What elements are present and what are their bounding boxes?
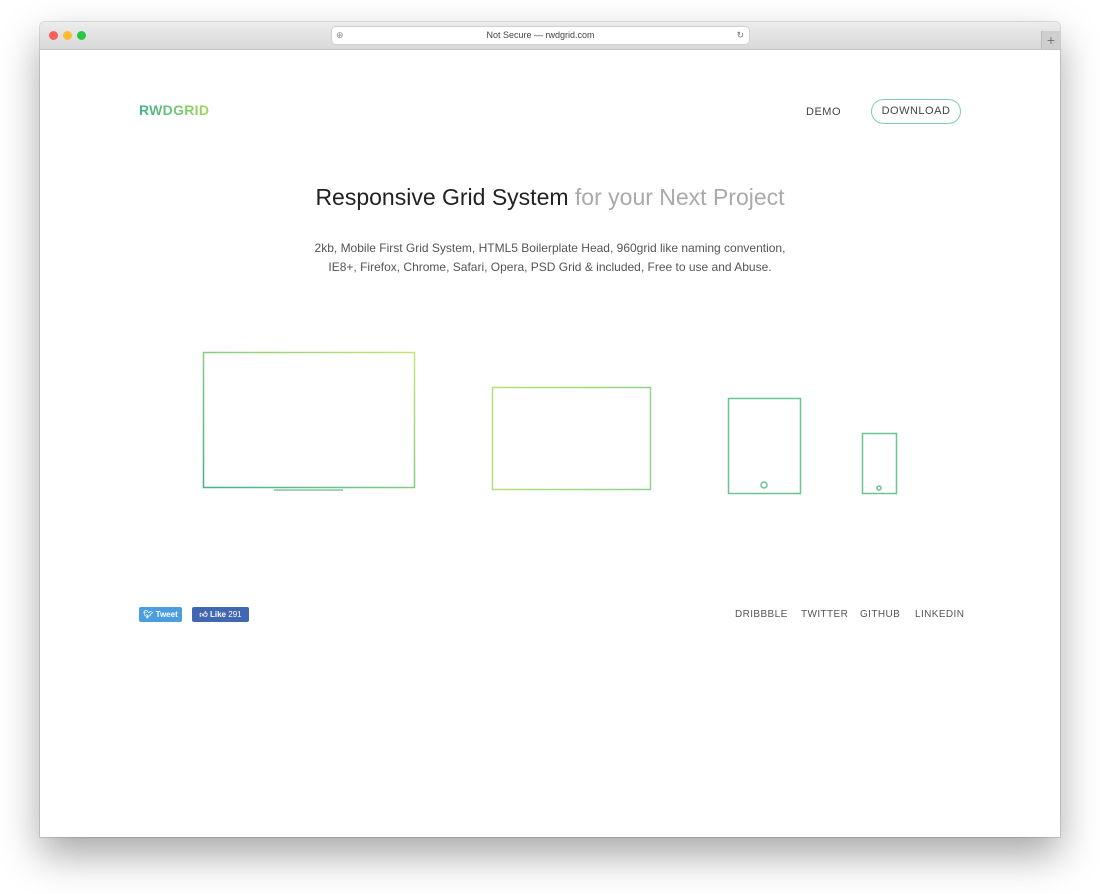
dribbble-link[interactable]: DRIBBBLE	[735, 609, 788, 620]
github-link[interactable]: GITHUB	[860, 609, 900, 620]
phone-icon	[861, 432, 898, 495]
devices-illustration	[202, 351, 898, 495]
like-label: Like	[210, 610, 227, 619]
twitter-bird-icon: 🐦︎	[143, 610, 154, 619]
twitter-link[interactable]: TWITTER	[801, 609, 848, 620]
tweet-button[interactable]: 🐦︎ Tweet	[139, 607, 182, 622]
tweet-label: Tweet	[155, 610, 178, 619]
laptop-icon	[476, 386, 665, 493]
linkedin-link[interactable]: LINKEDIN	[915, 609, 964, 620]
browser-window: ⊕ Not Secure — rwdgrid.com ↻ + RWDGRID D…	[40, 22, 1060, 837]
facebook-like-button[interactable]: 👍︎ Like 291	[192, 607, 249, 622]
thumbs-up-icon: 👍︎	[199, 610, 208, 619]
tablet-icon	[727, 397, 802, 495]
desktop-icon	[202, 351, 416, 491]
like-count: 291	[228, 610, 242, 619]
